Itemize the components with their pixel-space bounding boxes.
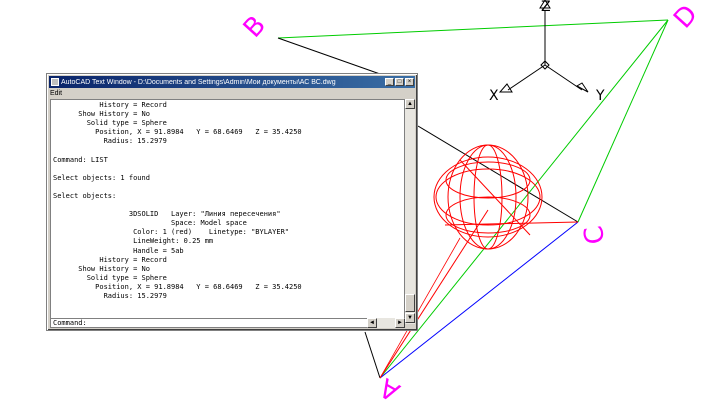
scroll-thumb[interactable] xyxy=(405,294,415,312)
menu-bar: Edit xyxy=(50,89,62,98)
edge-ab-upper xyxy=(277,37,381,75)
history-line: Color: 1 (red) Linetype: "BYLAYER" xyxy=(53,228,290,237)
history-line xyxy=(53,201,404,210)
text-window-titlebar[interactable]: AutoCAD Text Window - D:\Documents and S… xyxy=(49,76,415,88)
command-history[interactable]: History = Record Show History = No Solid… xyxy=(50,99,405,324)
history-line: Radius: 15.2979 xyxy=(53,291,167,300)
history-line: Command: LIST xyxy=(53,155,108,164)
history-line: Show History = No xyxy=(53,110,150,119)
scroll-right-arrow-icon[interactable]: ► xyxy=(395,318,405,328)
autocad-app-icon xyxy=(51,78,59,86)
horizontal-scroll-track[interactable] xyxy=(377,318,395,328)
edge-bd xyxy=(277,19,669,39)
edge-ab-lower xyxy=(364,331,381,379)
edge-bc xyxy=(417,125,579,223)
axis-label-y: Y xyxy=(596,88,605,104)
vertical-scrollbar[interactable]: ▲ ▼ xyxy=(405,99,415,324)
scroll-left-arrow-icon[interactable]: ◄ xyxy=(367,318,377,328)
history-line: Solid type = Sphere xyxy=(53,273,167,282)
history-line: 3DSOLID Layer: "Линия пересечения" xyxy=(53,210,281,219)
axis-label-x: X xyxy=(489,88,499,104)
history-line: History = Record xyxy=(53,255,167,264)
history-line: Solid type = Sphere xyxy=(53,119,167,128)
command-prompt: Command: xyxy=(53,319,87,327)
history-line: Handle = 5ab xyxy=(53,246,184,255)
axis-label-z: Z xyxy=(541,0,551,15)
edge-ad xyxy=(379,19,669,379)
history-line: Radius: 15.2979 xyxy=(53,137,167,146)
horizontal-scrollbar[interactable]: ◄ ► xyxy=(367,318,405,328)
edge-dc xyxy=(577,19,669,223)
history-line: Show History = No xyxy=(53,264,150,273)
history-line: History = Record xyxy=(53,101,167,109)
history-line: Space: Model space xyxy=(53,219,247,228)
autocad-text-window[interactable]: AutoCAD Text Window - D:\Documents and S… xyxy=(46,73,418,331)
scroll-down-arrow-icon[interactable]: ▼ xyxy=(405,313,415,323)
menu-edit[interactable]: Edit xyxy=(50,90,62,97)
sphere-wireframe[interactable] xyxy=(433,144,579,250)
history-line xyxy=(53,146,404,155)
close-button[interactable]: × xyxy=(405,78,414,86)
history-line xyxy=(53,183,404,192)
maximize-button[interactable]: □ xyxy=(395,78,404,86)
history-line: Position, X = 91.8984 Y = 68.6469 Z = 35… xyxy=(53,128,302,137)
history-line: Position, X = 91.8984 Y = 68.6469 Z = 35… xyxy=(53,282,302,291)
window-title: AutoCAD Text Window - D:\Documents and S… xyxy=(61,78,336,86)
command-line-input[interactable]: Command: xyxy=(50,318,405,328)
history-line: Select objects: xyxy=(53,191,117,200)
history-line xyxy=(53,165,404,174)
minimize-button[interactable]: _ xyxy=(385,78,394,86)
history-line: LineWeight: 0.25 mm xyxy=(53,237,214,246)
history-line: Select objects: 1 found xyxy=(53,173,150,182)
scroll-up-arrow-icon[interactable]: ▲ xyxy=(405,99,415,109)
